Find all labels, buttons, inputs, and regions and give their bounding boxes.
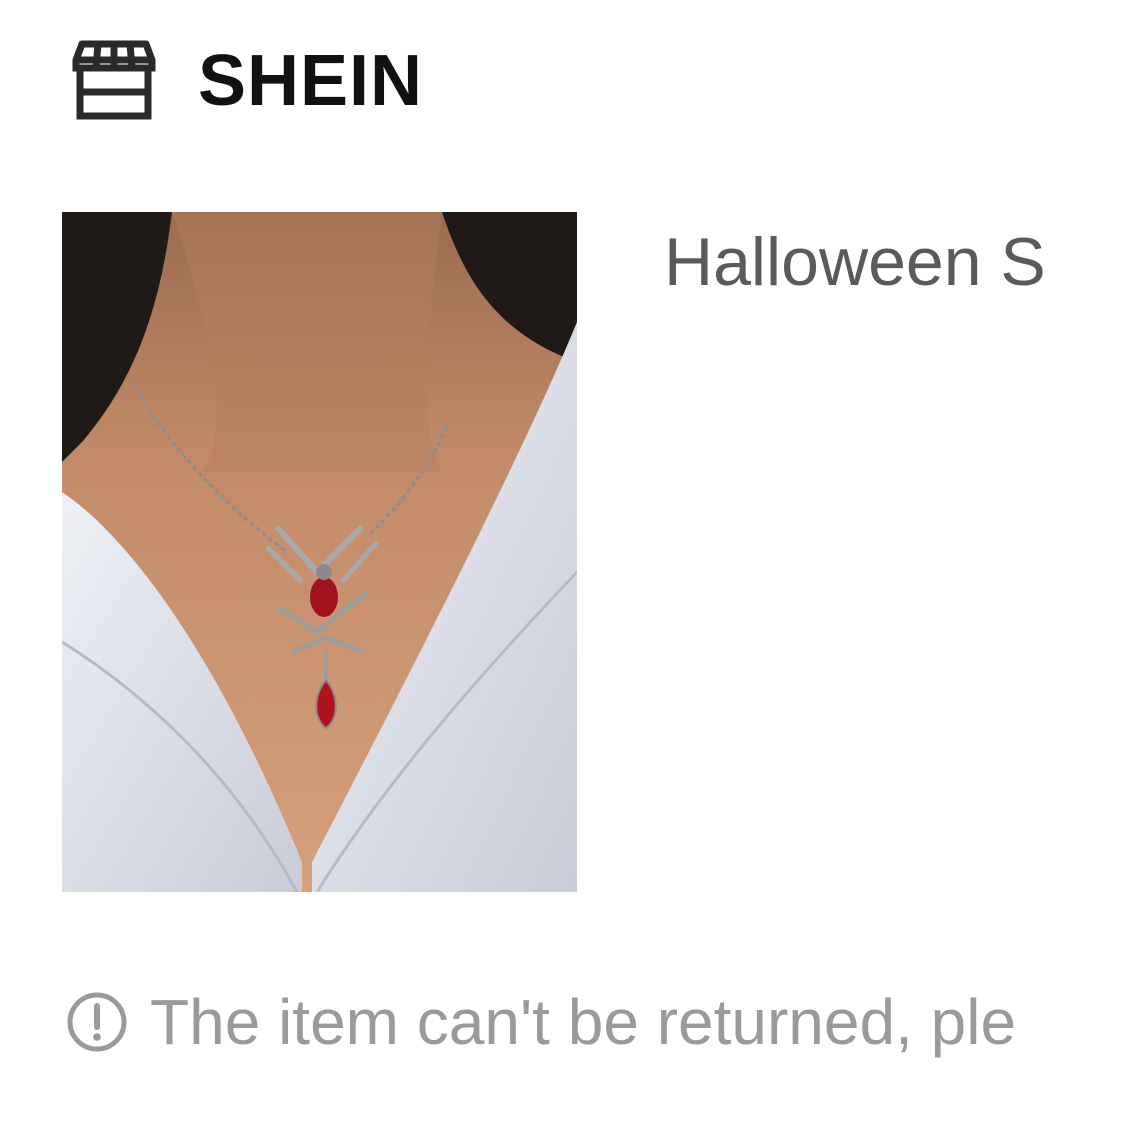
store-name: SHEIN xyxy=(198,41,424,121)
storefront-icon xyxy=(72,40,156,120)
return-notice: The item can't be returned, ple xyxy=(66,990,1016,1054)
product-title[interactable]: Halloween S xyxy=(664,225,1125,300)
product-image[interactable] xyxy=(62,212,577,892)
return-notice-text: The item can't be returned, ple xyxy=(150,986,1017,1058)
order-item-card: SHEIN Halloween S The item can't be retu… xyxy=(0,0,1125,1125)
store-header[interactable]: SHEIN xyxy=(66,38,423,124)
exclamation-circle-icon xyxy=(67,992,127,1052)
